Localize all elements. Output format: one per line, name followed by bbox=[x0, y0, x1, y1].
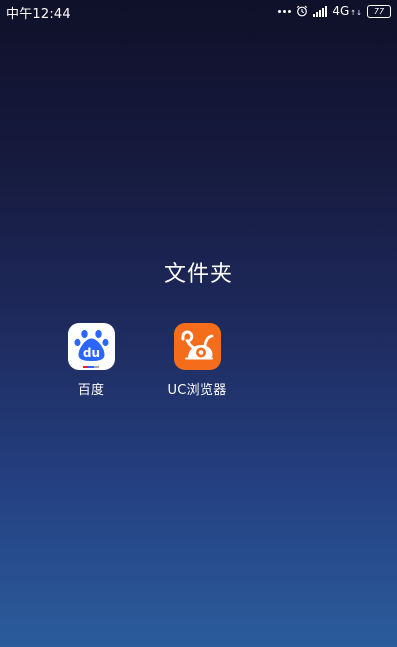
app-uc-browser[interactable]: UC浏览器 bbox=[142, 323, 252, 398]
network-type: 4G bbox=[332, 4, 350, 18]
status-bar: 中午12:44 4G ↑↓ 77 bbox=[0, 0, 397, 22]
uc-squirrel-icon[interactable] bbox=[173, 323, 221, 370]
app-label-uc-browser: UC浏览器 bbox=[167, 383, 227, 398]
signal-strength-icon bbox=[313, 5, 328, 17]
data-activity-icon: ↑↓ bbox=[350, 9, 362, 17]
app-baidu[interactable]: du 百度 bbox=[36, 323, 146, 398]
battery-icon: 77 bbox=[367, 4, 391, 18]
app-label-baidu: 百度 bbox=[77, 383, 105, 398]
more-notifications-icon bbox=[278, 9, 292, 13]
baidu-brand-stripe bbox=[83, 366, 99, 368]
status-icons: 4G ↑↓ 77 bbox=[278, 3, 391, 19]
svg-text:du: du bbox=[82, 346, 99, 360]
folder-title[interactable]: 文件夹 bbox=[0, 256, 397, 288]
baidu-paw-icon[interactable]: du bbox=[67, 323, 115, 370]
status-time: 中午12:44 bbox=[6, 7, 71, 22]
alarm-clock-icon bbox=[296, 5, 308, 17]
